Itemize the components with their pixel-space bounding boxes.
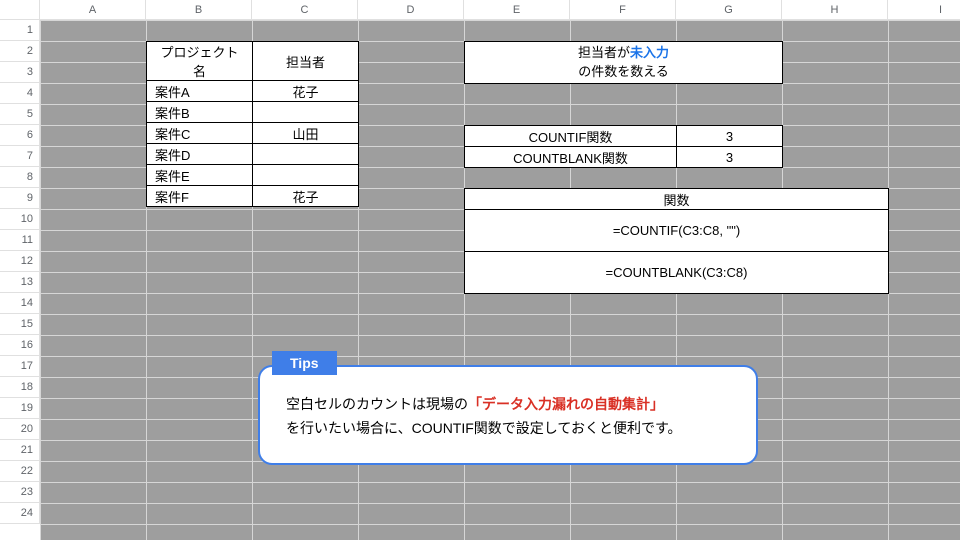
tips-box: 空白セルのカウントは現場の「データ入力漏れの自動集計」 を行いたい場合に、COU… (258, 365, 758, 465)
tips-line2: を行いたい場合に、COUNTIF関数で設定しておくと便利です。 (286, 420, 682, 436)
row-header-7[interactable]: 7 (0, 146, 40, 167)
table-row: 案件B (147, 102, 359, 123)
summary-counts-table: COUNTIF関数 3 COUNTBLANK関数 3 (464, 125, 783, 168)
formula-table: 関数 =COUNTIF(C3:C8, "") =COUNTBLANK(C3:C8… (464, 188, 889, 294)
formula-countblank[interactable]: =COUNTBLANK(C3:C8) (465, 252, 889, 294)
column-header-A[interactable]: A (40, 0, 146, 20)
row-header-23[interactable]: 23 (0, 482, 40, 503)
row-header-14[interactable]: 14 (0, 293, 40, 314)
column-header-F[interactable]: F (570, 0, 676, 20)
row-header-6[interactable]: 6 (0, 125, 40, 146)
countif-value[interactable]: 3 (677, 126, 783, 147)
countblank-value[interactable]: 3 (677, 147, 783, 168)
row-header-2[interactable]: 2 (0, 41, 40, 62)
row-header-5[interactable]: 5 (0, 104, 40, 125)
row-header-12[interactable]: 12 (0, 251, 40, 272)
row-header-1[interactable]: 1 (0, 20, 40, 41)
row-header-24[interactable]: 24 (0, 503, 40, 524)
countif-label[interactable]: COUNTIF関数 (465, 126, 677, 147)
table-row: COUNTIF関数 3 (465, 126, 783, 147)
tips-callout: Tips 空白セルのカウントは現場の「データ入力漏れの自動集計」 を行いたい場合… (258, 365, 758, 465)
row-header-21[interactable]: 21 (0, 440, 40, 461)
row-header-16[interactable]: 16 (0, 335, 40, 356)
table-row: =COUNTBLANK(C3:C8) (465, 252, 889, 294)
owner-cell[interactable] (253, 102, 359, 123)
spreadsheet: ABCDEFGHI 123456789101112131415161718192… (0, 0, 960, 540)
row-header-18[interactable]: 18 (0, 377, 40, 398)
column-header-B[interactable]: B (146, 0, 252, 20)
row-header-17[interactable]: 17 (0, 356, 40, 377)
table-row: 案件C 山田 (147, 123, 359, 144)
owner-cell[interactable]: 花子 (253, 81, 359, 102)
column-header-D[interactable]: D (358, 0, 464, 20)
tips-line1-before: 空白セルのカウントは現場の (286, 396, 468, 412)
row-header-4[interactable]: 4 (0, 83, 40, 104)
tips-line1-highlight: 「データ入力漏れの自動集計」 (468, 396, 664, 412)
table-row: 案件D (147, 144, 359, 165)
summary-title-blue: 未入力 (630, 45, 669, 60)
summary-title-prefix: 担当者が (578, 45, 630, 60)
row-header-20[interactable]: 20 (0, 419, 40, 440)
formula-countif[interactable]: =COUNTIF(C3:C8, "") (465, 210, 889, 252)
summary-title-line2: の件数を数える (578, 64, 669, 79)
row-header-3[interactable]: 3 (0, 62, 40, 83)
row-header-11[interactable]: 11 (0, 230, 40, 251)
row-header-19[interactable]: 19 (0, 398, 40, 419)
column-header-H[interactable]: H (782, 0, 888, 20)
table-row: COUNTBLANK関数 3 (465, 147, 783, 168)
formula-header: 関数 (465, 189, 889, 210)
row-header-15[interactable]: 15 (0, 314, 40, 335)
row-header-13[interactable]: 13 (0, 272, 40, 293)
row-header-8[interactable]: 8 (0, 167, 40, 188)
owner-cell[interactable]: 花子 (253, 186, 359, 207)
countblank-label[interactable]: COUNTBLANK関数 (465, 147, 677, 168)
project-cell[interactable]: 案件E (147, 165, 253, 186)
project-cell[interactable]: 案件C (147, 123, 253, 144)
project-cell[interactable]: 案件F (147, 186, 253, 207)
tips-tab: Tips (272, 351, 337, 375)
table-row: 案件F 花子 (147, 186, 359, 207)
select-all-corner[interactable] (0, 0, 40, 20)
table-row: =COUNTIF(C3:C8, "") (465, 210, 889, 252)
owner-cell[interactable]: 山田 (253, 123, 359, 144)
owner-cell[interactable] (253, 165, 359, 186)
summary-title-box: 担当者が未入力 の件数を数える (464, 41, 783, 84)
projects-header-owner: 担当者 (253, 42, 359, 81)
project-cell[interactable]: 案件D (147, 144, 253, 165)
projects-header-project: プロジェクト名 (147, 42, 253, 81)
row-header-10[interactable]: 10 (0, 209, 40, 230)
table-row: 案件E (147, 165, 359, 186)
table-row: 案件A 花子 (147, 81, 359, 102)
project-cell[interactable]: 案件B (147, 102, 253, 123)
column-header-G[interactable]: G (676, 0, 782, 20)
project-cell[interactable]: 案件A (147, 81, 253, 102)
column-header-C[interactable]: C (252, 0, 358, 20)
column-header-I[interactable]: I (888, 0, 960, 20)
owner-cell[interactable] (253, 144, 359, 165)
projects-table: プロジェクト名 担当者 案件A 花子 案件B 案件C 山田 案件D 案件E 案件… (146, 41, 359, 207)
row-header-9[interactable]: 9 (0, 188, 40, 209)
row-header-22[interactable]: 22 (0, 461, 40, 482)
column-header-E[interactable]: E (464, 0, 570, 20)
